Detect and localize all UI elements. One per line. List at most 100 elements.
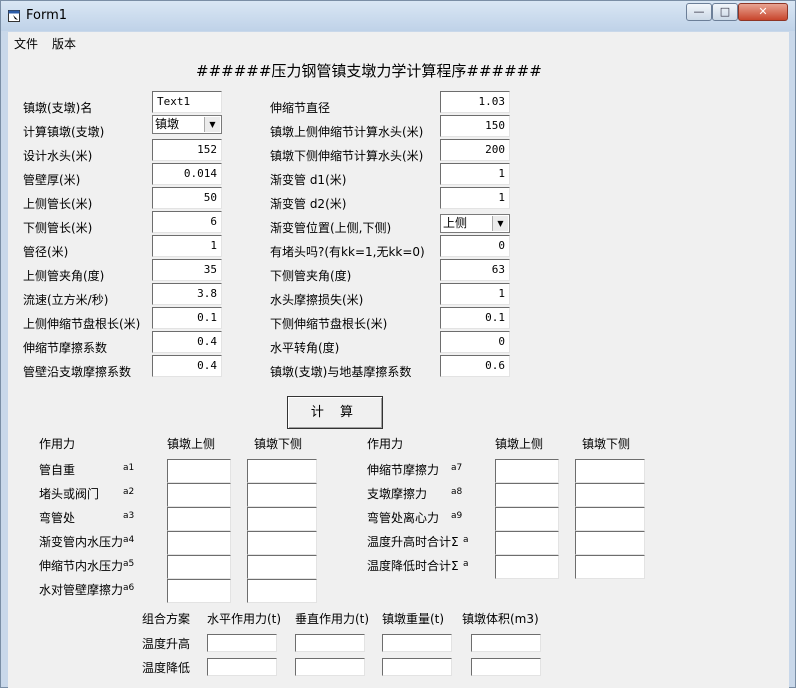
force-right-up-value-3[interactable] xyxy=(495,531,559,555)
left_fields-input-8[interactable]: 3.8 xyxy=(152,283,222,305)
combination-value-1-1[interactable] xyxy=(295,658,365,676)
window-title: Form1 xyxy=(26,8,68,23)
force-right-up-value-0[interactable] xyxy=(495,459,559,483)
combination-row-label-1: 温度降低 xyxy=(142,661,191,675)
force-header-right-name: 作用力 xyxy=(367,437,404,451)
menu-file[interactable]: 文件 xyxy=(14,35,38,52)
force-left-code-5: a6 xyxy=(123,583,135,593)
right_fields-input-1[interactable]: 150 xyxy=(440,115,510,137)
combination-value-0-3[interactable] xyxy=(471,634,541,652)
left_fields-input-6[interactable]: 1 xyxy=(152,235,222,257)
left_fields-input-0[interactable]: Text1 xyxy=(152,91,222,113)
force-left-name-3: 渐变管内水压力 xyxy=(39,535,124,549)
left_fields-input-3[interactable]: 0.014 xyxy=(152,163,222,185)
force-left-up-value-0[interactable] xyxy=(167,459,231,483)
force-left-code-1: a2 xyxy=(123,487,135,497)
left_fields-label-10: 伸缩节摩擦系数 xyxy=(23,341,108,355)
combination-value-0-2[interactable] xyxy=(382,634,452,652)
force-right-name-3: 温度升高时合计Σ xyxy=(367,535,459,549)
left_fields-input-5[interactable]: 6 xyxy=(152,211,222,233)
force-right-up-value-2[interactable] xyxy=(495,507,559,531)
force-left-down-value-2[interactable] xyxy=(247,507,317,531)
menu-version[interactable]: 版本 xyxy=(52,35,76,52)
force-left-down-value-3[interactable] xyxy=(247,531,317,555)
left_fields-label-4: 上侧管长(米) xyxy=(23,197,93,211)
right_fields-input-4[interactable]: 1 xyxy=(440,187,510,209)
force-right-down-value-2[interactable] xyxy=(575,507,645,531)
right_fields-label-2: 镇墩下侧伸缩节计算水头(米) xyxy=(270,149,424,163)
force-right-up-value-1[interactable] xyxy=(495,483,559,507)
left_fields-input-9[interactable]: 0.1 xyxy=(152,307,222,329)
force-right-down-value-0[interactable] xyxy=(575,459,645,483)
right_fields-input-0[interactable]: 1.03 xyxy=(440,91,510,113)
left_fields-label-6: 管径(米) xyxy=(23,245,69,259)
combination-value-0-0[interactable] xyxy=(207,634,277,652)
right_fields-label-6: 有堵头吗?(有kk=1,无kk=0) xyxy=(270,245,425,259)
force-left-name-1: 堵头或阀门 xyxy=(39,487,100,501)
calculate-button[interactable]: 计 算 xyxy=(287,396,383,429)
force-left-down-value-4[interactable] xyxy=(247,555,317,579)
combination-value-1-0[interactable] xyxy=(207,658,277,676)
left_fields-input-4[interactable]: 50 xyxy=(152,187,222,209)
left_fields-combo-value-1: 镇墩 xyxy=(155,117,180,131)
combination-value-1-3[interactable] xyxy=(471,658,541,676)
left_fields-label-7: 上侧管夹角(度) xyxy=(23,269,105,283)
combination-header-3: 镇墩重量(t) xyxy=(382,612,445,626)
right_fields-input-6[interactable]: 0 xyxy=(440,235,510,257)
title-bar[interactable]: Form1 — □ ✕ xyxy=(1,1,795,31)
force-left-up-value-3[interactable] xyxy=(167,531,231,555)
dropdown-arrow-icon[interactable]: ▼ xyxy=(492,216,508,231)
force-right-name-1: 支墩摩擦力 xyxy=(367,487,428,501)
force-right-down-value-1[interactable] xyxy=(575,483,645,507)
right_fields-combo-5[interactable]: 上侧 ▼ xyxy=(440,214,510,233)
dropdown-arrow-icon[interactable]: ▼ xyxy=(204,117,220,132)
left_fields-input-2[interactable]: 152 xyxy=(152,139,222,161)
force-left-code-0: a1 xyxy=(123,463,135,473)
form-app-icon xyxy=(8,10,20,22)
close-button[interactable]: ✕ xyxy=(738,3,788,21)
force-left-code-2: a3 xyxy=(123,511,135,521)
force-right-down-value-3[interactable] xyxy=(575,531,645,555)
force-header-right-down: 镇墩下侧 xyxy=(582,437,631,451)
left_fields-input-11[interactable]: 0.4 xyxy=(152,355,222,377)
force-right-name-2: 弯管处离心力 xyxy=(367,511,440,525)
combination-header-2: 垂直作用力(t) xyxy=(295,612,370,626)
right_fields-input-2[interactable]: 200 xyxy=(440,139,510,161)
right_fields-input-11[interactable]: 0.6 xyxy=(440,355,510,377)
force-left-name-0: 管自重 xyxy=(39,463,76,477)
force-left-up-value-4[interactable] xyxy=(167,555,231,579)
force-right-code-4: a xyxy=(463,559,469,569)
right_fields-input-7[interactable]: 63 xyxy=(440,259,510,281)
right_fields-label-1: 镇墩上侧伸缩节计算水头(米) xyxy=(270,125,424,139)
left_fields-input-10[interactable]: 0.4 xyxy=(152,331,222,353)
right_fields-input-3[interactable]: 1 xyxy=(440,163,510,185)
force-left-down-value-0[interactable] xyxy=(247,459,317,483)
maximize-button[interactable]: □ xyxy=(712,3,738,21)
force-right-up-value-4[interactable] xyxy=(495,555,559,579)
left_fields-input-7[interactable]: 35 xyxy=(152,259,222,281)
force-header-name: 作用力 xyxy=(39,437,76,451)
right_fields-input-8[interactable]: 1 xyxy=(440,283,510,305)
force-left-up-value-5[interactable] xyxy=(167,579,231,603)
right_fields-label-4: 渐变管 d2(米) xyxy=(270,197,347,211)
left_fields-label-3: 管壁厚(米) xyxy=(23,173,81,187)
force-right-down-value-4[interactable] xyxy=(575,555,645,579)
combination-value-1-2[interactable] xyxy=(382,658,452,676)
minimize-button[interactable]: — xyxy=(686,3,712,21)
force-right-name-0: 伸缩节摩擦力 xyxy=(367,463,440,477)
force-left-up-value-2[interactable] xyxy=(167,507,231,531)
combination-header-4: 镇墩体积(m3) xyxy=(462,612,539,626)
force-right-code-1: a8 xyxy=(451,487,463,497)
force-left-up-value-1[interactable] xyxy=(167,483,231,507)
force-left-down-value-1[interactable] xyxy=(247,483,317,507)
right_fields-input-9[interactable]: 0.1 xyxy=(440,307,510,329)
right_fields-label-7: 下侧管夹角(度) xyxy=(270,269,352,283)
force-right-code-0: a7 xyxy=(451,463,463,473)
left_fields-combo-1[interactable]: 镇墩 ▼ xyxy=(152,115,222,134)
force-header-right-up: 镇墩上侧 xyxy=(495,437,544,451)
combination-value-0-1[interactable] xyxy=(295,634,365,652)
left_fields-label-0: 镇墩(支墩)名 xyxy=(23,101,93,115)
force-left-down-value-5[interactable] xyxy=(247,579,317,603)
right_fields-input-10[interactable]: 0 xyxy=(440,331,510,353)
force-header-up: 镇墩上侧 xyxy=(167,437,216,451)
